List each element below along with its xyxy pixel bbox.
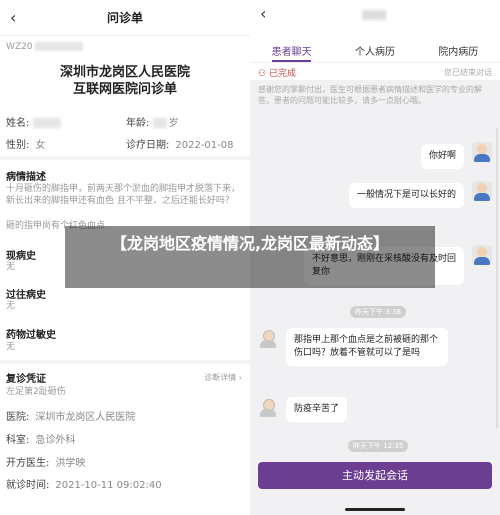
divider (0, 360, 250, 364)
hospital-value: 深圳市龙岗区人民医院 (35, 412, 136, 423)
visit-value: 2021-10-11 09:02:40 (55, 480, 162, 491)
home-indicator (345, 508, 405, 511)
age-label: 年龄: (126, 118, 150, 129)
allergy-value: 无 (6, 342, 16, 352)
status-done-text: 已完成 (268, 69, 296, 79)
document-number: WZ20 (6, 42, 84, 52)
review-detail-text: 诊断详情 (204, 373, 237, 382)
gender-row: 性别: 女 (6, 136, 45, 151)
left-nav-bar: ‹ 问诊单 (0, 0, 250, 36)
hospital-heading: 深圳市龙岗区人民医院 互联网医院问诊单 (0, 64, 250, 98)
age-value: 岁 (168, 118, 179, 129)
visit-row: 就诊时间: 2021-10-11 09:02:40 (6, 476, 162, 491)
visit-label: 就诊时间: (6, 480, 50, 491)
tab-bar: 患者聊天 个人病历 院内病历 (250, 22, 500, 62)
date-value: 2022-01-08 (175, 140, 234, 151)
chat-message: 你好啊 (420, 144, 464, 169)
user-check-icon: ⚇ (258, 69, 267, 79)
status-done: ⚇ 已完成 (258, 66, 296, 79)
hospital-row: 医院: 深圳市龙岗区人民医院 (6, 408, 135, 423)
doctor-avatar (472, 245, 492, 265)
gender-label: 性别: (6, 140, 30, 151)
desc-title: 病情描述 (6, 172, 46, 183)
start-conversation-button[interactable]: 主动发起会话 (258, 462, 492, 489)
status-read: 您已结束对话 (444, 68, 492, 77)
hospital-label: 医院: (6, 412, 30, 423)
date-label: 诊疗日期: (126, 140, 170, 151)
patient-avatar (258, 397, 278, 417)
chat-message: 一般情况下是可以长好的 (348, 183, 464, 208)
patient-name-blur (362, 10, 386, 20)
dept-value: 急诊外科 (35, 435, 76, 446)
timestamp: 昨天下午 3:38 (350, 306, 406, 318)
scrollbar[interactable] (496, 128, 498, 428)
hospital-line1: 深圳市龙岗区人民医院 (59, 65, 190, 80)
date-row: 诊疗日期: 2022-01-08 (126, 136, 234, 151)
age-row: 年龄: 岁 (126, 114, 179, 129)
past-history-title: 过往病史 (6, 290, 46, 301)
dept-label: 科室: (6, 435, 30, 446)
tab-personal-record[interactable]: 个人病历 (333, 43, 416, 58)
doc-no-text: WZ20 (6, 42, 33, 52)
right-nav-bar: ‹ (250, 0, 500, 23)
divider (0, 156, 250, 160)
chat-message: 那指甲上那个血点是之前被砸的那个伤口吗？放着不管就可以了是吗 (286, 328, 448, 366)
desc-text: 十月砸伤的脚指甲，前两天那个淤血的脚指甲才脱落下来，新长出来的脚指甲还有血色 且… (6, 184, 241, 206)
chat-notice: 感谢您的掌聊付出，医生可根据患者病情描述和医学的专业的解答。患者的问题可能比较多… (258, 85, 482, 105)
hospital-line2: 互联网医院问诊单 (72, 82, 177, 97)
past-history-value: 无 (6, 301, 16, 311)
back-icon[interactable]: ‹ (10, 8, 16, 27)
doctor-label: 开方医生: (6, 458, 50, 469)
back-icon[interactable]: ‹ (260, 4, 266, 23)
doctor-avatar (472, 142, 492, 162)
tab-patient-chat[interactable]: 患者聊天 (250, 43, 333, 62)
chat-message: 防疫辛苦了 (286, 397, 348, 422)
current-history-title: 现病史 (6, 251, 36, 262)
review-detail-link[interactable]: 诊断详情 › (204, 372, 242, 383)
review-title: 复诊凭证 (6, 374, 46, 385)
review-value: 左足第2趾砸伤 (6, 387, 66, 397)
age-blur (152, 118, 167, 128)
doc-no-blur (35, 42, 84, 51)
dept-row: 科室: 急诊外科 (6, 431, 75, 446)
tab-hospital-record[interactable]: 院内病历 (417, 43, 500, 58)
left-nav-title: 问诊单 (106, 11, 143, 25)
doctor-value: 洪学映 (55, 458, 86, 469)
name-blur (32, 118, 61, 128)
allergy-title: 药物过敏史 (6, 330, 56, 341)
doctor-avatar (472, 181, 492, 201)
timestamp: 昨天下午 12:35 (348, 440, 409, 452)
name-row: 姓名: (6, 114, 61, 129)
headline-overlay: 【龙岗地区疫情情况,龙岗区最新动态】 (65, 226, 435, 288)
doctor-row: 开方医生: 洪学映 (6, 454, 85, 469)
gender-value: 女 (35, 140, 46, 151)
name-label: 姓名: (6, 118, 30, 129)
patient-avatar (258, 328, 278, 348)
status-bar: ⚇ 已完成 您已结束对话 (250, 62, 500, 80)
